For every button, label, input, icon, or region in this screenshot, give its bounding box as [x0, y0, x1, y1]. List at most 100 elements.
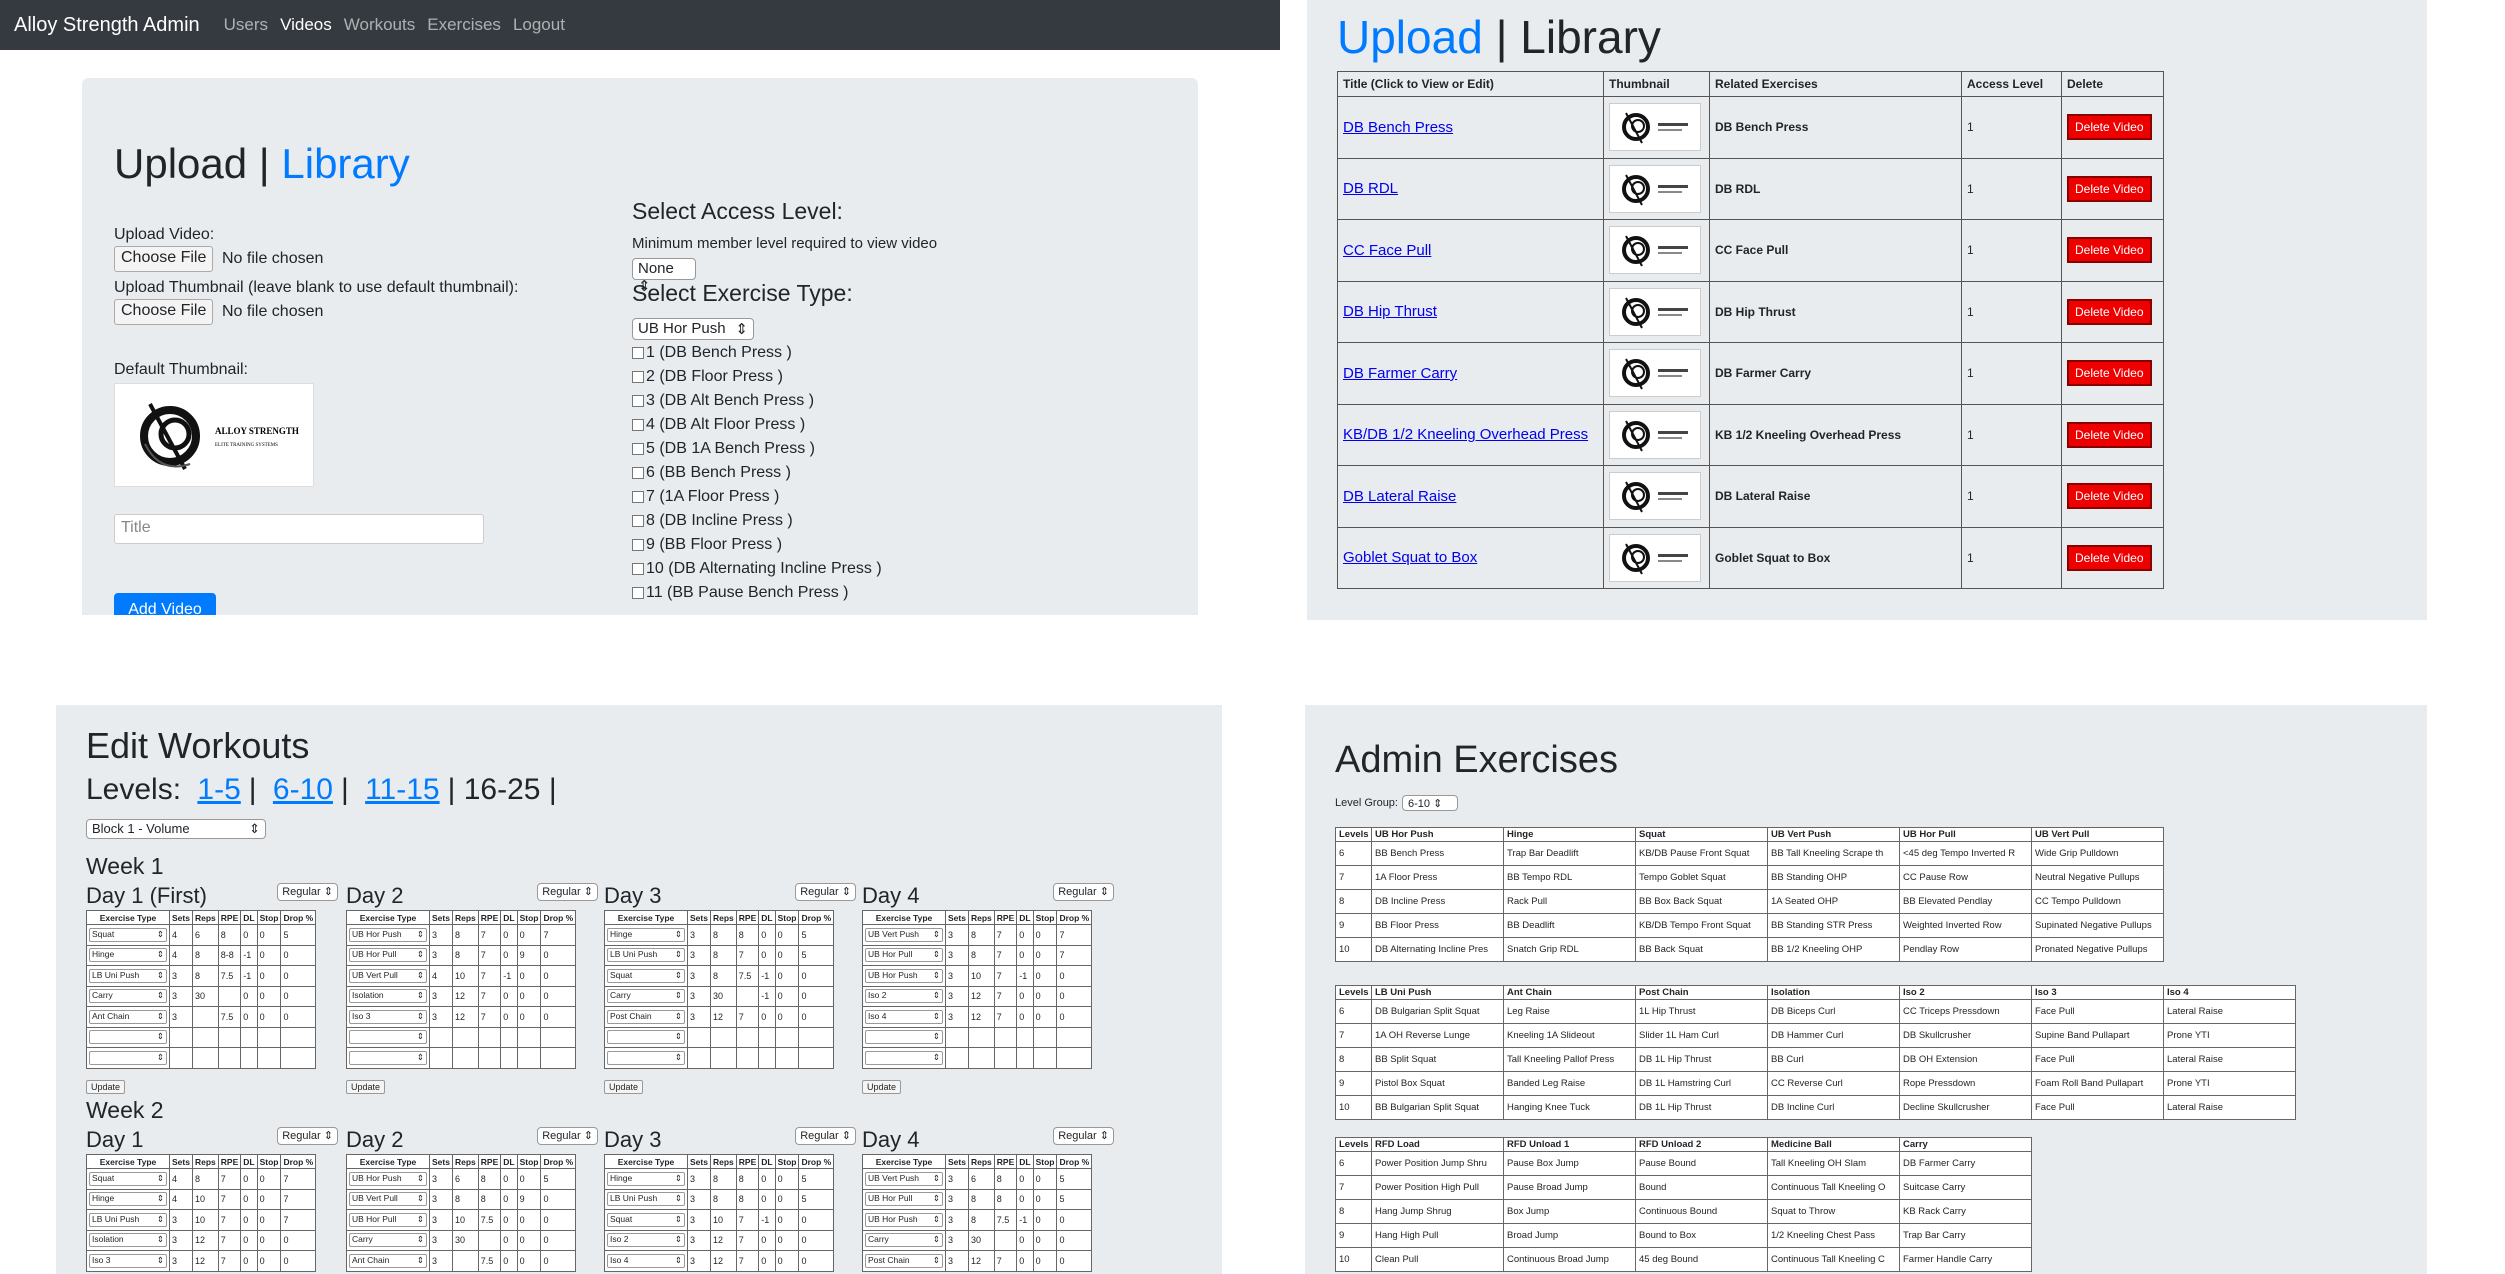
exercise-type-select[interactable]: UB Hor Pull ⇕	[349, 948, 427, 963]
checkbox[interactable]	[632, 347, 644, 359]
table-cell[interactable]: 0	[516, 1229, 542, 1251]
table-cell[interactable]	[451, 1047, 479, 1069]
table-cell[interactable]: 0	[256, 1168, 282, 1190]
table-cell[interactable]	[993, 1026, 1018, 1048]
table-cell[interactable]: 6	[967, 1168, 995, 1190]
table-cell[interactable]: Pause Broad Jump	[1503, 1175, 1636, 1200]
table-cell[interactable]: 8	[477, 1188, 502, 1210]
table-cell[interactable]	[735, 1047, 760, 1069]
table-cell[interactable]: 0	[256, 1006, 282, 1028]
table-cell[interactable]: 0	[1032, 944, 1058, 966]
table-cell[interactable]: 8	[735, 924, 760, 946]
exercise-checkbox-row[interactable]: 9 (BB Floor Press )	[632, 536, 782, 554]
table-cell[interactable]: Supinated Negative Pullups	[2031, 913, 2164, 938]
table-cell[interactable]: Lateral Raise	[2163, 1047, 2296, 1072]
table-cell[interactable]: KB/DB Pause Front Squat	[1635, 841, 1768, 866]
table-cell[interactable]	[798, 1026, 835, 1048]
table-cell[interactable]: 1L Hip Thrust	[1635, 999, 1768, 1024]
exercise-checkbox-row[interactable]: 8 (DB Incline Press )	[632, 512, 793, 530]
exercise-checkbox-row[interactable]: 11 (BB Pause Bench Press )	[632, 584, 848, 602]
table-cell[interactable]: 8	[967, 1188, 995, 1210]
table-cell[interactable]: BB Tempo RDL	[1503, 865, 1636, 890]
table-cell[interactable]: Slider 1L Ham Curl	[1635, 1023, 1768, 1048]
table-cell[interactable]: 7	[993, 985, 1018, 1007]
table-cell[interactable]	[1032, 1047, 1058, 1069]
table-cell[interactable]: 0	[256, 965, 282, 987]
table-cell[interactable]: DB Incline Press	[1371, 889, 1504, 914]
checkbox[interactable]	[632, 443, 644, 455]
table-cell[interactable]: 0	[1016, 985, 1034, 1007]
table-cell[interactable]	[516, 1047, 542, 1069]
table-cell[interactable]: Lateral Raise	[2163, 1095, 2296, 1120]
table-cell[interactable]: 8	[191, 944, 219, 966]
table-cell[interactable]: 3	[429, 985, 453, 1007]
table-cell[interactable]: 8	[451, 944, 479, 966]
table-cell[interactable]: 0	[280, 1006, 317, 1028]
table-cell[interactable]: Suitcase Carry	[1899, 1175, 2032, 1200]
table-cell[interactable]: 0	[516, 1250, 542, 1272]
exercise-type-select[interactable]: Carry ⇕	[349, 1233, 427, 1248]
table-cell[interactable]	[451, 1250, 479, 1272]
table-cell[interactable]: DB Alternating Incline Pres	[1371, 937, 1504, 962]
table-cell[interactable]: 0	[500, 1229, 518, 1251]
table-cell[interactable]: DB 1L Hip Thrust	[1635, 1047, 1768, 1072]
table-cell[interactable]: BB Back Squat	[1635, 937, 1768, 962]
table-cell[interactable]: 4	[169, 924, 193, 946]
table-cell[interactable]: 3	[429, 1188, 453, 1210]
table-cell[interactable]: Kneeling 1A Slideout	[1503, 1023, 1636, 1048]
video-title-link[interactable]: DB RDL	[1343, 180, 1398, 197]
table-cell[interactable]: 0	[774, 924, 800, 946]
table-cell[interactable]: 3	[429, 944, 453, 966]
table-cell[interactable]: 3	[945, 944, 969, 966]
exercise-checkbox-row[interactable]: 2 (DB Floor Press )	[632, 368, 783, 386]
table-cell[interactable]: Tempo Goblet Squat	[1635, 865, 1768, 890]
video-title-link[interactable]: Goblet Squat to Box	[1343, 549, 1477, 566]
video-title-link[interactable]: KB/DB 1/2 Kneeling Overhead Press	[1343, 426, 1588, 443]
table-cell[interactable]	[1056, 1047, 1093, 1069]
table-cell[interactable]: Leg Raise	[1503, 999, 1636, 1024]
upload-link[interactable]: Upload	[1337, 11, 1483, 63]
table-cell[interactable]: 3	[945, 1006, 969, 1028]
table-cell[interactable]: 4	[169, 1188, 193, 1210]
table-cell[interactable]: 0	[540, 1006, 577, 1028]
table-cell[interactable]: Pronated Negative Pullups	[2031, 937, 2164, 962]
table-cell[interactable]: 7	[217, 1188, 242, 1210]
table-cell[interactable]: -1	[1016, 965, 1034, 987]
table-cell[interactable]: 0	[280, 1250, 317, 1272]
table-cell[interactable]	[280, 1047, 317, 1069]
table-cell[interactable]: Broad Jump	[1503, 1223, 1636, 1248]
table-cell[interactable]: BB Floor Press	[1371, 913, 1504, 938]
delete-video-button[interactable]: Delete Video	[2067, 298, 2152, 325]
exercise-checkbox-row[interactable]: 6 (BB Bench Press )	[632, 464, 791, 482]
table-cell[interactable]: 0	[1032, 1250, 1058, 1272]
table-cell[interactable]: 7	[477, 985, 502, 1007]
table-cell[interactable]: 4	[169, 1168, 193, 1190]
table-cell[interactable]: 0	[500, 985, 518, 1007]
table-cell[interactable]: BB Elevated Pendlay	[1899, 889, 2032, 914]
table-cell[interactable]: 3	[945, 985, 969, 1007]
table-cell[interactable]: 0	[774, 944, 800, 966]
exercise-type-select[interactable]: Post Chain ⇕	[865, 1253, 943, 1268]
table-cell[interactable]: 0	[500, 1250, 518, 1272]
table-cell[interactable]: 3	[169, 1229, 193, 1251]
nav-exercises[interactable]: Exercises	[427, 15, 501, 35]
exercise-type-select[interactable]: UB Hor Push ⇕	[632, 318, 754, 340]
table-cell[interactable]: 3	[945, 1209, 969, 1231]
table-cell[interactable]	[993, 1229, 1018, 1251]
table-cell[interactable]	[169, 1047, 193, 1069]
exercise-type-select[interactable]: UB Hor Pull ⇕	[865, 1192, 943, 1207]
table-cell[interactable]: Rack Pull	[1503, 889, 1636, 914]
table-cell[interactable]: 0	[758, 944, 776, 966]
checkbox[interactable]	[632, 467, 644, 479]
table-cell[interactable]	[967, 1047, 995, 1069]
table-cell[interactable]	[217, 985, 242, 1007]
table-cell[interactable]	[169, 1026, 193, 1048]
table-cell[interactable]: 7.5	[217, 1006, 242, 1028]
table-cell[interactable]: 0	[774, 1006, 800, 1028]
table-cell[interactable]: 3	[687, 1006, 711, 1028]
day-type-select[interactable]: Regular ⇕	[1053, 1127, 1114, 1145]
table-cell[interactable]: 3	[429, 1229, 453, 1251]
table-cell[interactable]: 3	[169, 965, 193, 987]
table-cell[interactable]: 7	[993, 944, 1018, 966]
table-cell[interactable]: 8	[993, 1168, 1018, 1190]
